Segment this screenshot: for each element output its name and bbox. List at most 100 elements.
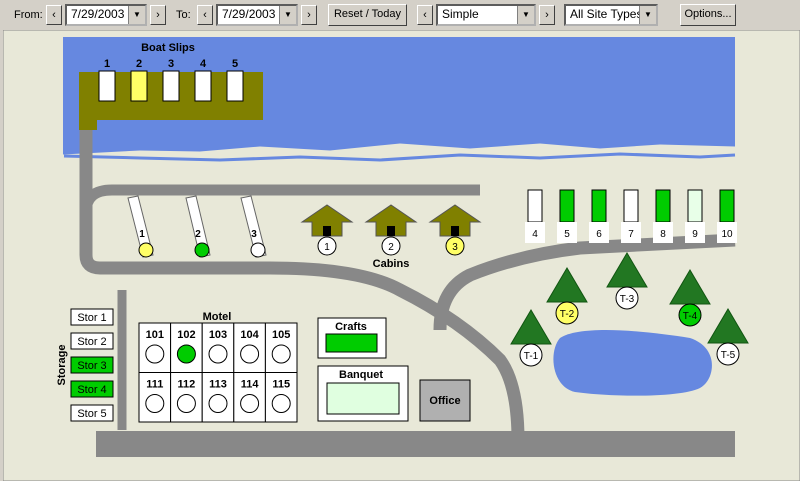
motel-room-105[interactable]: 105: [264, 322, 298, 373]
slot-status: [591, 189, 607, 223]
storage-unit-2[interactable]: Stor 2: [70, 332, 114, 350]
slot-label: 9: [692, 229, 698, 240]
to-label: To:: [176, 9, 191, 21]
site-type-select[interactable]: All Site Types ▼: [564, 4, 658, 26]
boat-slip-status: [162, 70, 180, 102]
to-prev-button[interactable]: ‹: [197, 5, 213, 25]
reset-today-button[interactable]: Reset / Today: [328, 4, 407, 26]
motel-room-label: 105: [272, 329, 290, 341]
motel-room-102[interactable]: 102: [170, 322, 203, 373]
dropdown-arrow-icon[interactable]: ▼: [128, 6, 145, 24]
slot-5[interactable]: 5: [557, 189, 577, 243]
to-date-picker[interactable]: 7/29/2003 ▼: [216, 4, 298, 26]
slot-9[interactable]: 9: [685, 189, 705, 243]
motel-room-label: 114: [241, 379, 260, 391]
motel-room-status: [240, 344, 260, 364]
slot-label: 8: [660, 229, 666, 240]
from-prev-button[interactable]: ‹: [46, 5, 62, 25]
slot-6[interactable]: 6: [589, 189, 609, 243]
site-type-value: All Site Types: [570, 7, 643, 21]
motel-room-113[interactable]: 113: [201, 372, 235, 423]
motel-room-label: 113: [209, 379, 227, 391]
motel-room-111[interactable]: 111: [138, 372, 172, 423]
boat-slip-label: 3: [168, 58, 174, 70]
boat-slip-status: [194, 70, 212, 102]
motel-room-103[interactable]: 103: [201, 322, 235, 373]
motel-room-label: 111: [146, 379, 163, 391]
slot-10[interactable]: 10: [717, 189, 737, 243]
dropdown-arrow-icon[interactable]: ▼: [517, 6, 534, 24]
motel-room-status: [208, 344, 228, 364]
rv-site-status: [250, 242, 266, 258]
storage-unit-label: Stor 2: [77, 336, 106, 348]
from-label: From:: [14, 9, 43, 21]
cabins-title: Cabins: [373, 258, 410, 270]
motel-room-label: 102: [177, 329, 195, 341]
motel-room-101[interactable]: 101: [138, 322, 172, 373]
motel-room-104[interactable]: 104: [233, 322, 266, 373]
tent-site-label: T-4: [683, 311, 698, 322]
cabin-label: 3: [452, 242, 458, 253]
tent-site-label: T-2: [560, 309, 575, 320]
motel-room-114[interactable]: 114: [233, 372, 266, 423]
view-select[interactable]: Simple ▼: [436, 4, 536, 26]
motel-room-status: [145, 394, 165, 413]
slot-4[interactable]: 4: [525, 189, 545, 243]
to-next-button[interactable]: ›: [301, 5, 317, 25]
slot-label: 5: [564, 229, 570, 240]
from-next-button[interactable]: ›: [150, 5, 166, 25]
storage-unit-4[interactable]: Stor 4: [70, 380, 114, 398]
motel-room-115[interactable]: 115: [264, 372, 298, 423]
motel-room-112[interactable]: 112: [170, 372, 203, 423]
slot-status: [527, 189, 543, 223]
rv-site-status: [194, 242, 210, 258]
boat-slips-title: Boat Slips: [141, 42, 195, 54]
slot-label: 7: [628, 229, 634, 240]
boat-slip-status: [226, 70, 244, 102]
slot-status: [719, 189, 735, 223]
storage-unit-1[interactable]: Stor 1: [70, 308, 114, 326]
motel-room-label: 115: [272, 379, 290, 391]
view-value: Simple: [442, 7, 479, 21]
cabin-door: [387, 226, 395, 236]
slot-status: [655, 189, 671, 223]
dropdown-arrow-icon[interactable]: ▼: [279, 6, 296, 24]
storage-unit-5[interactable]: Stor 5: [70, 404, 114, 422]
motel-room-label: 103: [209, 329, 227, 341]
from-date-picker[interactable]: 7/29/2003 ▼: [65, 4, 147, 26]
slot-7[interactable]: 7: [621, 189, 641, 243]
motel-room-status: [208, 394, 228, 413]
view-next-button[interactable]: ›: [539, 5, 555, 25]
storage-title: Storage: [56, 345, 68, 386]
storage-unit-label: Stor 1: [77, 312, 106, 324]
storage-unit-3[interactable]: Stor 3: [70, 356, 114, 374]
rv-site-label: 2: [195, 229, 201, 240]
motel-room-status: [240, 394, 260, 413]
banquet-label: Banquet: [339, 369, 383, 381]
rv-site-status: [138, 242, 154, 258]
tent-site-label: T-3: [620, 294, 635, 305]
options-button[interactable]: Options...: [680, 4, 736, 26]
banquet-status: [326, 382, 400, 415]
slot-8[interactable]: 8: [653, 189, 673, 243]
motel-room-label: 112: [178, 379, 196, 391]
view-prev-button[interactable]: ‹: [417, 5, 433, 25]
slot-status: [559, 189, 575, 223]
boat-slip-label: 4: [200, 58, 207, 70]
boat-slip-label: 5: [232, 58, 238, 70]
slot-label: 10: [721, 229, 733, 240]
tent-site-label: T-5: [721, 350, 736, 361]
motel-room-status: [271, 344, 291, 364]
office-label: Office: [429, 395, 460, 407]
slot-status: [623, 189, 639, 223]
campground-map: Boat Slips 1 2 3 4 5 1 2 3 Cabins 1 2 3 4 5 6 7 8 9 10…: [3, 30, 800, 481]
boat-slip-label: 2: [136, 58, 142, 70]
motel-room-status: [176, 394, 196, 413]
boat-slip-status: [130, 70, 148, 102]
motel-room-label: 101: [146, 329, 164, 341]
to-date-value: 7/29/2003: [222, 7, 276, 21]
tent-site-label: T-1: [524, 351, 539, 362]
dropdown-arrow-icon[interactable]: ▼: [639, 6, 656, 24]
cabin-label: 1: [324, 242, 330, 253]
slot-label: 6: [596, 229, 602, 240]
